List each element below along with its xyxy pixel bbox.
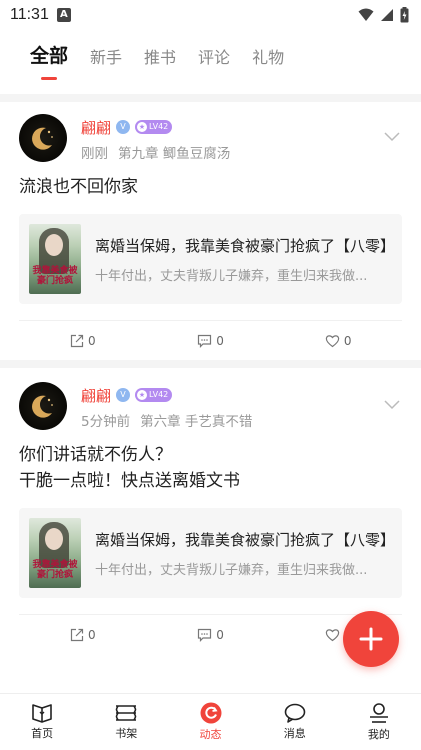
heart-icon bbox=[325, 628, 340, 641]
post-subinfo: 5分钟前 第六章 手艺真不错 bbox=[81, 410, 402, 430]
tabbar-label: 动态 bbox=[199, 728, 222, 741]
comment-count: 0 bbox=[216, 627, 224, 642]
post-card: 翩翩 V ★ LV42 刚刚 第九章 鲫鱼豆腐汤 流浪也不回你家 我靠美食被豪门抢疯… bbox=[0, 102, 421, 360]
chevron-down-icon[interactable] bbox=[384, 132, 400, 142]
tab-all[interactable]: 全部 bbox=[30, 41, 68, 80]
tab-newbie[interactable]: 新手 bbox=[90, 44, 122, 80]
tabbar-label: 我的 bbox=[367, 728, 390, 741]
cover-figure-face bbox=[45, 528, 63, 550]
moon-avatar-icon bbox=[32, 395, 53, 418]
share-button[interactable]: 0 bbox=[19, 628, 147, 642]
book-description: 十年付出，丈夫背叛儿子嫌弃，重生归来我做... bbox=[95, 562, 368, 578]
tab-comments[interactable]: 评论 bbox=[198, 44, 230, 80]
comment-icon bbox=[198, 334, 212, 348]
post-meta: 翩翩 V ★ LV42 刚刚 第九章 鲫鱼豆腐汤 bbox=[81, 114, 402, 163]
tab-gifts[interactable]: 礼物 bbox=[252, 44, 284, 80]
bottom-tab-bar: 首页 书架 动态 消息 我的 bbox=[0, 693, 421, 750]
avatar[interactable] bbox=[19, 382, 67, 430]
book-cover: 我靠美食被豪门抢疯 bbox=[29, 518, 81, 588]
post-chapter[interactable]: 第六章 手艺真不错 bbox=[140, 414, 252, 430]
plus-icon bbox=[359, 627, 383, 651]
post-time: 5分钟前 bbox=[81, 414, 131, 430]
status-time: 11:31 bbox=[10, 6, 49, 23]
tabbar-label: 书架 bbox=[115, 727, 138, 740]
status-right bbox=[358, 7, 409, 23]
book-title: 离婚当保姆，我靠美食被豪门抢疯了【八零】 bbox=[95, 236, 392, 255]
heart-icon bbox=[325, 334, 340, 347]
avatar[interactable] bbox=[19, 114, 67, 162]
post-meta: 翩翩 V ★ LV42 5分钟前 第六章 手艺真不错 bbox=[81, 382, 402, 431]
moon-avatar-icon bbox=[32, 127, 53, 150]
signal-icon bbox=[381, 9, 393, 21]
status-bar: 11:31 A bbox=[0, 0, 421, 30]
verified-badge: V bbox=[116, 388, 131, 402]
share-count: 0 bbox=[88, 333, 96, 348]
book-icon bbox=[32, 704, 52, 723]
book-cover: 我靠美食被豪门抢疯 bbox=[29, 224, 81, 294]
battery-icon bbox=[400, 7, 409, 23]
share-icon bbox=[70, 628, 84, 641]
post-card: 翩翩 V ★ LV42 5分钟前 第六章 手艺真不错 你们讲话就不伤人？ 干脆一点啦… bbox=[0, 368, 421, 654]
book-card[interactable]: 我靠美食被豪门抢疯 离婚当保姆，我靠美食被豪门抢疯了【八零】 十年付出，丈夫背叛… bbox=[19, 214, 402, 304]
level-label: LV42 bbox=[149, 122, 169, 131]
name-row: 翩翩 V ★ LV42 bbox=[81, 384, 402, 406]
comment-count: 0 bbox=[216, 333, 224, 348]
username[interactable]: 翩翩 bbox=[81, 117, 111, 138]
level-badge: ★ LV42 bbox=[135, 388, 173, 402]
post-header: 翩翩 V ★ LV42 刚刚 第九章 鲫鱼豆腐汤 bbox=[19, 102, 402, 162]
tabbar-item-messages[interactable]: 消息 bbox=[253, 694, 337, 750]
cover-title: 我靠美食被豪门抢疯 bbox=[32, 560, 78, 580]
post-actions: 0 0 0 bbox=[19, 320, 402, 360]
post-chapter[interactable]: 第九章 鲫鱼豆腐汤 bbox=[118, 146, 230, 162]
cover-title: 我靠美食被豪门抢疯 bbox=[32, 266, 78, 286]
post-text: 你们讲话就不伤人？ 干脆一点啦！快点送离婚文书 bbox=[19, 445, 240, 491]
post-text: 流浪也不回你家 bbox=[19, 177, 138, 197]
share-icon bbox=[70, 334, 84, 347]
verified-badge: V bbox=[116, 120, 131, 134]
tabbar-item-bookshelf[interactable]: 书架 bbox=[84, 694, 168, 750]
shelf-icon bbox=[116, 705, 137, 721]
book-description: 十年付出，丈夫背叛儿子嫌弃，重生归来我做... bbox=[95, 268, 368, 284]
notification-a-icon: A bbox=[56, 8, 71, 22]
level-label: LV42 bbox=[149, 390, 169, 399]
tab-recommend[interactable]: 推书 bbox=[144, 44, 176, 80]
tabbar-label: 首页 bbox=[31, 727, 54, 740]
tabbar-label: 消息 bbox=[283, 727, 306, 740]
username[interactable]: 翩翩 bbox=[81, 385, 111, 406]
share-count: 0 bbox=[88, 627, 96, 642]
comment-icon bbox=[198, 628, 212, 642]
book-title: 离婚当保姆，我靠美食被豪门抢疯了【八零】 bbox=[95, 530, 392, 549]
like-button[interactable]: 0 bbox=[274, 334, 402, 348]
level-badge: ★ LV42 bbox=[135, 120, 173, 134]
like-count: 0 bbox=[343, 333, 352, 348]
tabbar-item-home[interactable]: 首页 bbox=[0, 694, 84, 750]
section-divider bbox=[0, 94, 421, 102]
star-icon: ★ bbox=[137, 390, 148, 400]
chevron-down-icon[interactable] bbox=[384, 400, 400, 410]
comment-button[interactable]: 0 bbox=[147, 334, 275, 348]
name-row: 翩翩 V ★ LV42 bbox=[81, 116, 402, 138]
book-info: 离婚当保姆，我靠美食被豪门抢疯了【八零】 十年付出，丈夫背叛儿子嫌弃，重生归来我… bbox=[95, 529, 392, 578]
cover-figure-face bbox=[45, 234, 63, 256]
book-info: 离婚当保姆，我靠美食被豪门抢疯了【八零】 十年付出，丈夫背叛儿子嫌弃，重生归来我… bbox=[95, 235, 392, 284]
tabbar-item-dynamic[interactable]: 动态 bbox=[168, 694, 252, 750]
create-post-button[interactable] bbox=[343, 611, 399, 667]
share-button[interactable]: 0 bbox=[19, 334, 147, 348]
book-card[interactable]: 我靠美食被豪门抢疯 离婚当保姆，我靠美食被豪门抢疯了【八零】 十年付出，丈夫背叛… bbox=[19, 508, 402, 598]
tabbar-item-profile[interactable]: 我的 bbox=[337, 694, 421, 750]
profile-icon bbox=[369, 703, 388, 723]
star-icon: ★ bbox=[137, 122, 148, 132]
dynamic-icon bbox=[200, 702, 221, 724]
message-icon bbox=[284, 703, 306, 723]
section-divider bbox=[0, 360, 421, 368]
category-tabs: 全部 新手 推书 评论 礼物 bbox=[0, 30, 421, 80]
post-header: 翩翩 V ★ LV42 5分钟前 第六章 手艺真不错 bbox=[19, 368, 402, 430]
comment-button[interactable]: 0 bbox=[147, 628, 275, 642]
post-subinfo: 刚刚 第九章 鲫鱼豆腐汤 bbox=[81, 142, 402, 162]
status-left: 11:31 A bbox=[10, 6, 71, 24]
wifi-icon bbox=[358, 8, 374, 21]
post-time: 刚刚 bbox=[81, 146, 108, 162]
